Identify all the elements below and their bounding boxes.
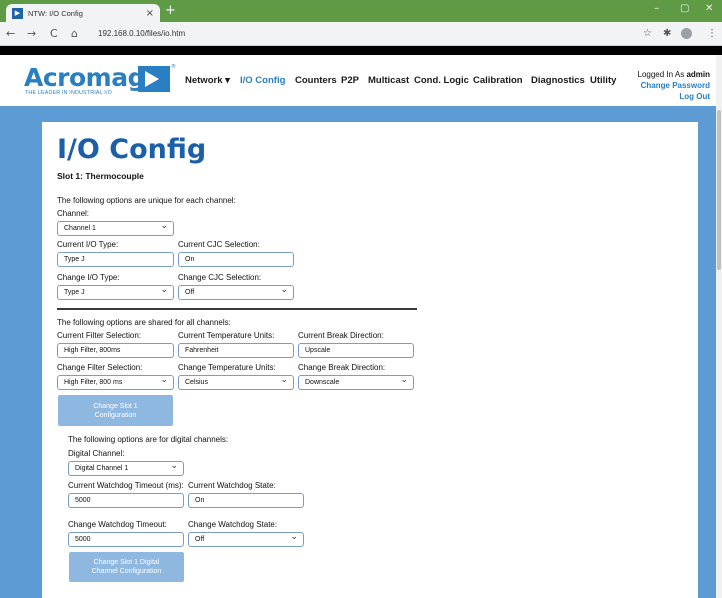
- current-temp-units-field: Fahrenheit: [178, 343, 294, 358]
- current-cjc-field: On: [178, 252, 294, 267]
- change-temp-units-label: Change Temperature Units:: [178, 363, 276, 372]
- change-filter-select[interactable]: High Filter, 800 ms: [57, 375, 174, 390]
- logged-in-prefix: Logged In As: [637, 70, 687, 79]
- change-break-label: Change Break Direction:: [298, 363, 386, 372]
- change-filter-label: Change Filter Selection:: [57, 363, 143, 372]
- current-watchdog-timeout-label: Current Watchdog Timeout (ms):: [68, 481, 184, 490]
- home-icon[interactable]: ⌂: [71, 27, 78, 40]
- logged-in-status: Logged In As admin: [638, 70, 711, 79]
- section-divider: [57, 308, 417, 310]
- browser-tab-bar: ▶ NTW: I/O Config × + – ▢ ✕: [0, 0, 722, 22]
- nav-network[interactable]: Network ▾: [185, 75, 230, 86]
- browser-tab[interactable]: ▶ NTW: I/O Config ×: [6, 4, 160, 22]
- current-watchdog-timeout-field: 5000: [68, 493, 184, 508]
- url-field[interactable]: 192.168.0.10/files/io.htm: [98, 29, 185, 38]
- current-watchdog-state-label: Current Watchdog State:: [188, 481, 276, 490]
- current-cjc-label: Current CJC Selection:: [178, 240, 260, 249]
- logged-in-user: admin: [686, 70, 710, 79]
- new-tab-icon[interactable]: +: [165, 3, 176, 18]
- change-break-select[interactable]: Downscale: [298, 375, 414, 390]
- nav-diagnostics[interactable]: Diagnostics: [531, 75, 585, 86]
- current-io-type-field: Type J: [57, 252, 174, 267]
- current-filter-field: High Filter, 800ms: [57, 343, 174, 358]
- change-digital-config-button[interactable]: Change Slot 1 Digital Channel Configurati…: [69, 552, 184, 582]
- change-slot-config-button-label: Change Slot 1 Configuration: [93, 402, 138, 419]
- scrollbar-thumb[interactable]: [717, 110, 721, 270]
- profile-avatar-icon[interactable]: [681, 28, 692, 39]
- nav-counters[interactable]: Counters: [295, 75, 337, 86]
- change-password-link[interactable]: Change Password: [641, 81, 710, 90]
- nav-cond-logic[interactable]: Cond. Logic: [414, 75, 469, 86]
- change-slot-config-button[interactable]: Change Slot 1 Configuration: [58, 395, 173, 426]
- change-watchdog-state-select[interactable]: Off: [188, 532, 304, 547]
- page-top-strip: [0, 46, 722, 55]
- current-break-label: Current Break Direction:: [298, 331, 384, 340]
- current-filter-label: Current Filter Selection:: [57, 331, 142, 340]
- site-header: Acromag ® THE LEADER IN INDUSTRIAL I/O N…: [0, 55, 716, 106]
- current-temp-units-label: Current Temperature Units:: [178, 331, 275, 340]
- window-close-icon[interactable]: ✕: [705, 3, 713, 14]
- change-digital-config-button-label: Change Slot 1 Digital Channel Configurati…: [91, 559, 162, 575]
- digital-channel-select[interactable]: Digital Channel 1: [68, 461, 184, 476]
- digital-options-heading: The following options are for digital ch…: [68, 435, 229, 444]
- acromag-favicon-icon: ▶: [12, 7, 23, 19]
- current-watchdog-state-field: On: [188, 493, 304, 508]
- logo-tagline: THE LEADER IN INDUSTRIAL I/O: [25, 90, 112, 96]
- nav-utility[interactable]: Utility: [590, 75, 616, 86]
- log-out-link[interactable]: Log Out: [679, 92, 710, 101]
- browser-menu-icon[interactable]: ⋮: [707, 28, 717, 39]
- nav-calibration[interactable]: Calibration: [473, 75, 523, 86]
- nav-p2p[interactable]: P2P: [341, 75, 359, 86]
- address-toolbar: ← → C ⌂ 192.168.0.10/files/io.htm ☆ ✱ ⋮: [0, 22, 722, 46]
- digital-channel-label: Digital Channel:: [68, 449, 125, 458]
- change-io-type-label: Change I/O Type:: [57, 273, 120, 282]
- channel-label: Channel:: [57, 209, 90, 218]
- change-io-type-select[interactable]: Type J: [57, 285, 174, 300]
- extensions-icon[interactable]: ✱: [663, 28, 671, 39]
- page-title: I/O Config: [57, 134, 207, 165]
- change-watchdog-timeout-input[interactable]: 5000: [68, 532, 184, 547]
- minimize-icon[interactable]: –: [654, 3, 659, 14]
- unique-options-heading: The following options are unique for eac…: [57, 196, 236, 205]
- current-io-type-label: Current I/O Type:: [57, 240, 119, 249]
- change-cjc-label: Change CJC Selection:: [178, 273, 262, 282]
- forward-icon[interactable]: →: [27, 27, 36, 40]
- shared-options-heading: The following options are shared for all…: [57, 318, 231, 327]
- reload-icon[interactable]: C: [50, 27, 58, 40]
- change-temp-units-select[interactable]: Celsius: [178, 375, 294, 390]
- nav-multicast[interactable]: Multicast: [368, 75, 409, 86]
- channel-select[interactable]: Channel 1: [57, 221, 174, 236]
- bookmark-star-icon[interactable]: ☆: [643, 28, 652, 39]
- tab-title: NTW: I/O Config: [28, 8, 83, 18]
- maximize-icon[interactable]: ▢: [680, 3, 689, 14]
- slot-title: Slot 1: Thermocouple: [57, 171, 144, 181]
- nav-io-config[interactable]: I/O Config: [240, 75, 285, 86]
- current-break-field: Upscale: [298, 343, 414, 358]
- change-watchdog-state-label: Change Watchdog State:: [188, 520, 278, 529]
- close-tab-icon[interactable]: ×: [146, 8, 154, 19]
- change-cjc-select[interactable]: Off: [178, 285, 294, 300]
- back-icon[interactable]: ←: [6, 27, 15, 40]
- change-watchdog-timeout-label: Change Watchdog Timeout:: [68, 520, 167, 529]
- acromag-logo-text[interactable]: Acromag: [24, 63, 146, 92]
- logo-registered-mark: ®: [171, 64, 176, 70]
- acromag-logo-icon[interactable]: [138, 66, 170, 92]
